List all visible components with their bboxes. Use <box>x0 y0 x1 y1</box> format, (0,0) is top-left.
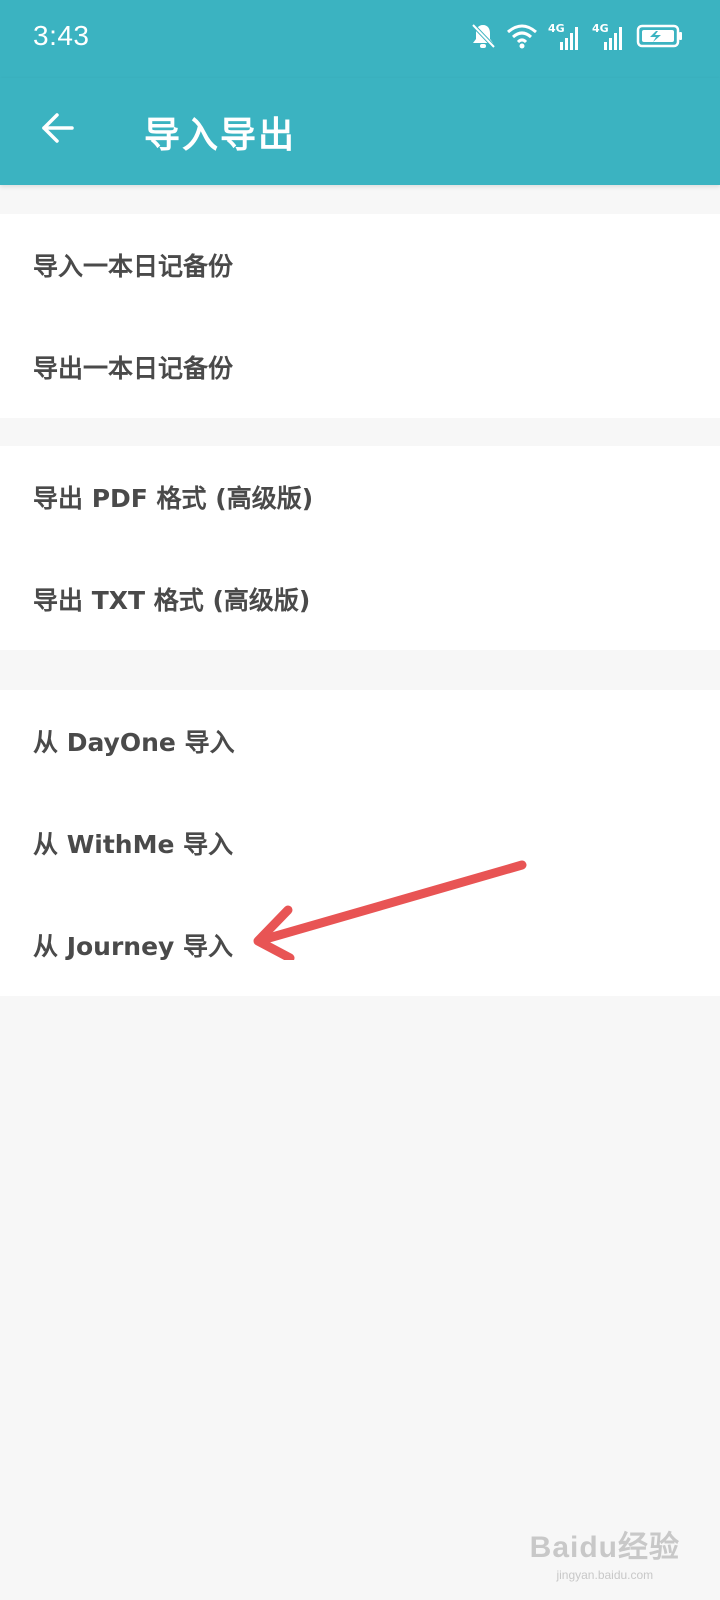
status-icons: 4G 4G <box>470 22 684 54</box>
item-label: 从 DayOne 导入 <box>33 728 235 757</box>
arrow-left-icon <box>40 110 76 150</box>
watermark-url: jingyan.baidu.com <box>556 1568 654 1582</box>
item-label: 导入一本日记备份 <box>33 252 234 281</box>
backup-group: 导入一本日记备份 导出一本日记备份 <box>0 214 720 418</box>
signal-4g-icon: 4G <box>592 22 626 52</box>
wifi-icon <box>506 23 538 53</box>
red-arrow-annotation <box>253 860 527 960</box>
item-label: 从 WithMe 导入 <box>33 830 234 859</box>
baidu-watermark: Baidu经验 jingyan.baidu.com <box>530 1522 680 1582</box>
item-label: 从 Journey 导入 <box>33 932 234 961</box>
item-label: 导出 TXT 格式 (高级版) <box>33 586 311 615</box>
import-backup-item[interactable]: 导入一本日记备份 <box>0 214 720 316</box>
watermark-logo: Baidu经验 <box>529 1531 680 1564</box>
export-format-group: 导出 PDF 格式 (高级版) 导出 TXT 格式 (高级版) <box>0 446 720 650</box>
item-label: 导出 PDF 格式 (高级版) <box>33 484 314 513</box>
back-button[interactable] <box>28 100 88 160</box>
export-backup-item[interactable]: 导出一本日记备份 <box>0 316 720 418</box>
status-time: 3:43 <box>33 20 90 51</box>
export-txt-item[interactable]: 导出 TXT 格式 (高级版) <box>0 548 720 650</box>
import-dayone-item[interactable]: 从 DayOne 导入 <box>0 690 720 792</box>
battery-charging-icon <box>636 23 684 53</box>
signal-4g-icon: 4G <box>548 22 582 52</box>
item-label: 导出一本日记备份 <box>33 354 234 383</box>
page-title: 导入导出 <box>144 115 297 156</box>
app-toolbar: 导入导出 <box>0 78 720 185</box>
status-bar: 3:43 4G 4G <box>0 0 720 78</box>
bell-off-icon <box>470 22 496 54</box>
export-pdf-item[interactable]: 导出 PDF 格式 (高级版) <box>0 446 720 548</box>
